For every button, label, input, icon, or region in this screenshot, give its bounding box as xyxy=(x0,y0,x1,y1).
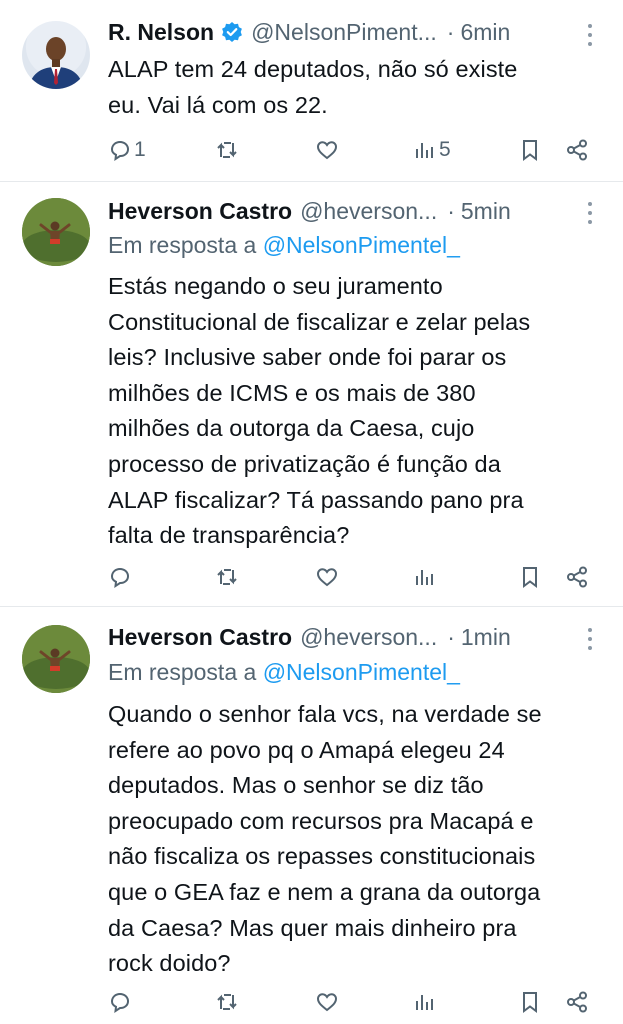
user-handle[interactable]: @heverson... xyxy=(300,198,437,225)
reply-context: Em resposta a @NelsonPimentel_ xyxy=(108,659,460,686)
views-button[interactable]: 5 xyxy=(413,135,451,165)
separator-dot: · xyxy=(447,197,455,224)
share-button[interactable] xyxy=(565,562,589,592)
retweet-icon xyxy=(217,569,237,585)
tweet-text-line: milhões da outorga da Caesa, cujo xyxy=(108,415,475,442)
tweet-text-line: que o GEA faz e nem a grana da outorga xyxy=(108,878,541,905)
tweet-header: Heverson Castro @heverson... · 1min xyxy=(108,622,583,652)
share-icon xyxy=(567,566,587,588)
action-bar xyxy=(108,987,593,1017)
share-icon xyxy=(567,991,587,1013)
mention-link[interactable]: @NelsonPimentel_ xyxy=(263,659,460,685)
tweet-text-line: da Caesa? Mas quer mais dinheiro pra xyxy=(108,914,517,941)
tweet-text-line: rock doido? xyxy=(108,950,231,977)
tweet-text-line: milhões de ICMS e os mais de 380 xyxy=(108,379,476,406)
tweet-header: R. Nelson @NelsonPiment... · 6min xyxy=(108,17,583,47)
more-icon[interactable] xyxy=(587,24,593,46)
bookmark-button[interactable] xyxy=(518,135,542,165)
retweet-icon xyxy=(217,142,237,158)
views-count: 5 xyxy=(439,138,451,161)
views-icon xyxy=(416,570,433,585)
timestamp[interactable]: 1min xyxy=(461,624,511,651)
reply-button[interactable] xyxy=(108,987,132,1017)
like-icon xyxy=(316,993,338,1012)
profile-photo xyxy=(22,625,90,693)
mention-link[interactable]: @NelsonPimentel_ xyxy=(263,232,460,258)
more-icon[interactable] xyxy=(587,202,593,224)
bookmark-button[interactable] xyxy=(518,562,542,592)
tweet-text: ALAP tem 24 deputados, não só existe eu.… xyxy=(108,52,598,123)
views-icon xyxy=(416,995,433,1010)
action-bar xyxy=(108,562,593,592)
reply-icon xyxy=(110,567,130,589)
like-icon xyxy=(316,568,338,587)
like-button[interactable] xyxy=(315,135,339,165)
share-button[interactable] xyxy=(565,135,589,165)
profile-photo xyxy=(28,37,84,89)
tweet-text-line: ALAP tem 24 deputados, não só existe xyxy=(108,56,518,82)
reply-icon xyxy=(110,992,130,1014)
tweet-text-line: leis? Inclusive saber onde foi parar os xyxy=(108,344,507,371)
more-icon[interactable] xyxy=(587,628,593,650)
separator-dot: · xyxy=(447,623,455,650)
user-handle[interactable]: @NelsonPiment... xyxy=(251,19,437,46)
bookmark-icon xyxy=(523,140,537,161)
share-icon xyxy=(567,139,587,161)
reply-icon xyxy=(110,140,130,162)
views-icon xyxy=(416,143,433,158)
reply-count: 1 xyxy=(134,138,146,161)
like-button[interactable] xyxy=(315,987,339,1017)
tweet-text-line: deputados. Mas o senhor se diz tão xyxy=(108,772,484,799)
reply-button[interactable]: 1 xyxy=(108,135,146,165)
retweet-button[interactable] xyxy=(215,987,239,1017)
tweet-text-line: preocupado com recursos pra Macapá e xyxy=(108,807,534,834)
action-bar: 1 5 xyxy=(108,135,593,165)
tweet-text-line: Quando o senhor fala vcs, na verdade se xyxy=(108,701,542,727)
tweet[interactable]: Heverson Castro @heverson... · 1min Em r… xyxy=(0,607,623,1024)
tweet-text-line: falta de transparência? xyxy=(108,522,350,549)
retweet-icon xyxy=(217,994,237,1010)
tweet-text-line: processo de privatização é função da xyxy=(108,450,501,477)
tweet-text-line: não fiscaliza os repasses constitucionai… xyxy=(108,843,536,870)
views-button[interactable] xyxy=(413,562,437,592)
retweet-button[interactable] xyxy=(215,135,239,165)
tweet-text-line: ALAP fiscalizar? Tá passando pano pra xyxy=(108,486,524,513)
bookmark-button[interactable] xyxy=(518,987,542,1017)
avatar[interactable] xyxy=(22,625,90,693)
tweet-text: Quando o senhor fala vcs, na verdade se … xyxy=(108,697,598,982)
tweet[interactable]: R. Nelson @NelsonPiment... · 6min ALAP t… xyxy=(0,0,623,181)
tweet[interactable]: Heverson Castro @heverson... · 5min Em r… xyxy=(0,182,623,606)
profile-photo xyxy=(22,198,90,266)
tweet-text-line: refere ao povo pq o Amapá elegeu 24 xyxy=(108,736,505,763)
bookmark-icon xyxy=(523,992,537,1013)
user-handle[interactable]: @heverson... xyxy=(300,624,437,651)
display-name[interactable]: Heverson Castro xyxy=(108,198,292,225)
like-button[interactable] xyxy=(315,562,339,592)
reply-context-label: Em resposta a xyxy=(108,232,263,258)
like-icon xyxy=(316,141,338,160)
share-button[interactable] xyxy=(565,987,589,1017)
display-name[interactable]: R. Nelson xyxy=(108,19,214,46)
reply-context: Em resposta a @NelsonPimentel_ xyxy=(108,232,460,259)
timestamp[interactable]: 6min xyxy=(460,19,510,46)
timestamp[interactable]: 5min xyxy=(461,198,511,225)
bookmark-icon xyxy=(523,567,537,588)
tweet-text: Estás negando o seu juramento Constituci… xyxy=(108,269,598,554)
views-button[interactable] xyxy=(413,987,437,1017)
tweet-text-line: Constitucional de fiscalizar e zelar pel… xyxy=(108,308,531,335)
avatar[interactable] xyxy=(22,198,90,266)
tweet-text-line: eu. Vai lá com os 22. xyxy=(108,91,328,118)
reply-context-label: Em resposta a xyxy=(108,659,263,685)
avatar[interactable] xyxy=(22,21,90,89)
tweet-header: Heverson Castro @heverson... · 5min xyxy=(108,196,583,226)
reply-button[interactable] xyxy=(108,562,132,592)
tweet-text-line: Estás negando o seu juramento xyxy=(108,273,443,299)
retweet-button[interactable] xyxy=(215,562,239,592)
verified-badge-icon xyxy=(221,21,243,43)
separator-dot: · xyxy=(446,18,455,45)
display-name[interactable]: Heverson Castro xyxy=(108,624,292,651)
